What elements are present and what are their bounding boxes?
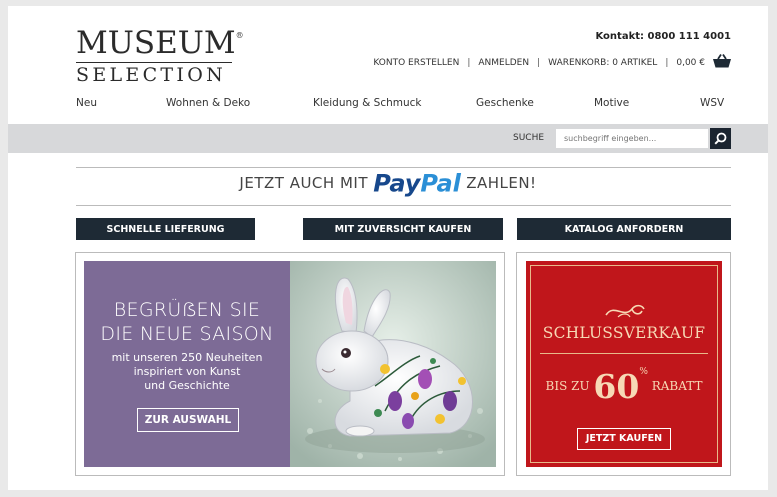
nav-item-wsv[interactable]: WSV [700, 97, 724, 109]
separator: | [537, 58, 541, 68]
search-icon [714, 132, 727, 145]
divider-top [76, 167, 731, 168]
separator: | [665, 58, 669, 68]
sale-panel: SCHLUSSVERKAUF BIS ZU 60% RABATT JETZT K… [526, 261, 722, 467]
divider-bottom [76, 205, 731, 206]
search-bar: SUCHE [8, 124, 768, 153]
promo-subtitle: mit unseren 250 Neuheiten inspiriert von… [111, 351, 263, 392]
request-catalog-button[interactable]: KATALOG ANFORDERN [517, 218, 731, 240]
nav-item-geschenke[interactable]: Geschenke [476, 97, 534, 109]
search-button[interactable] [710, 128, 731, 149]
percent-sign: % [639, 367, 648, 377]
basket-icon[interactable] [713, 54, 731, 68]
flourish-ornament-icon [605, 304, 645, 318]
nav-item-kleidung-schmuck[interactable]: Kleidung & Schmuck [313, 97, 422, 109]
contact-phone: Kontakt: 0800 111 4001 [595, 31, 731, 42]
paypal-prefix: JETZT AUCH MIT [239, 174, 368, 192]
search-label: SUCHE [513, 133, 545, 143]
nav-item-motive[interactable]: Motive [594, 97, 629, 109]
paypal-notice[interactable]: JETZT AUCH MIT PayPal ZAHLEN! [8, 169, 768, 197]
paypal-logo: PayPal [373, 169, 461, 197]
new-season-banner[interactable]: BEGRÜẞEN SIE DIE NEUE SAISON mit unseren… [75, 252, 505, 476]
main-navigation: Neu Wohnen & Deko Kleidung & Schmuck Ges… [8, 97, 768, 117]
nav-item-neu[interactable]: Neu [76, 97, 97, 109]
nav-item-wohnen-deko[interactable]: Wohnen & Deko [166, 97, 250, 109]
paypal-suffix: ZAHLEN! [466, 174, 537, 192]
cart-total[interactable]: 0,00 € [676, 58, 705, 68]
logo-divider [76, 62, 232, 63]
sale-divider [540, 353, 708, 354]
logo-bottom-text: SELECTION [76, 64, 226, 86]
cart-link[interactable]: WARENKORB: 0 ARTIKEL [548, 58, 657, 68]
buy-with-confidence-button[interactable]: MIT ZUVERSICHT KAUFEN [303, 218, 503, 240]
sale-discount: BIS ZU 60% RABATT [526, 367, 722, 406]
separator: | [467, 58, 471, 68]
fast-delivery-button[interactable]: SCHNELLE LIEFERUNG [76, 218, 255, 240]
discount-number: 60 [593, 367, 640, 406]
sale-title: SCHLUSSVERKAUF [542, 324, 706, 342]
page-frame: MUSEUM® SELECTION Kontakt: 0800 111 4001… [8, 6, 768, 490]
rabatt-text: RABATT [651, 379, 703, 393]
promo-title: BEGRÜẞEN SIE DIE NEUE SAISON [100, 299, 274, 345]
bis-zu-text: BIS ZU [545, 379, 590, 393]
rabbit-figurine-image [290, 261, 496, 467]
jetzt-kaufen-button[interactable]: JETZT KAUFEN [577, 428, 671, 450]
logo-top-text: MUSEUM® [76, 25, 244, 61]
create-account-link[interactable]: KONTO ERSTELLEN [373, 58, 459, 68]
login-link[interactable]: ANMELDEN [478, 58, 529, 68]
promo-panel: BEGRÜẞEN SIE DIE NEUE SAISON mit unseren… [84, 261, 290, 467]
zur-auswahl-button[interactable]: ZUR AUSWAHL [137, 408, 239, 432]
clearance-sale-banner[interactable]: SCHLUSSVERKAUF BIS ZU 60% RABATT JETZT K… [516, 252, 731, 476]
museum-selection-logo[interactable]: MUSEUM® SELECTION [76, 28, 244, 85]
search-input[interactable] [556, 129, 708, 148]
account-links: KONTO ERSTELLEN | ANMELDEN | WARENKORB: … [373, 54, 731, 70]
